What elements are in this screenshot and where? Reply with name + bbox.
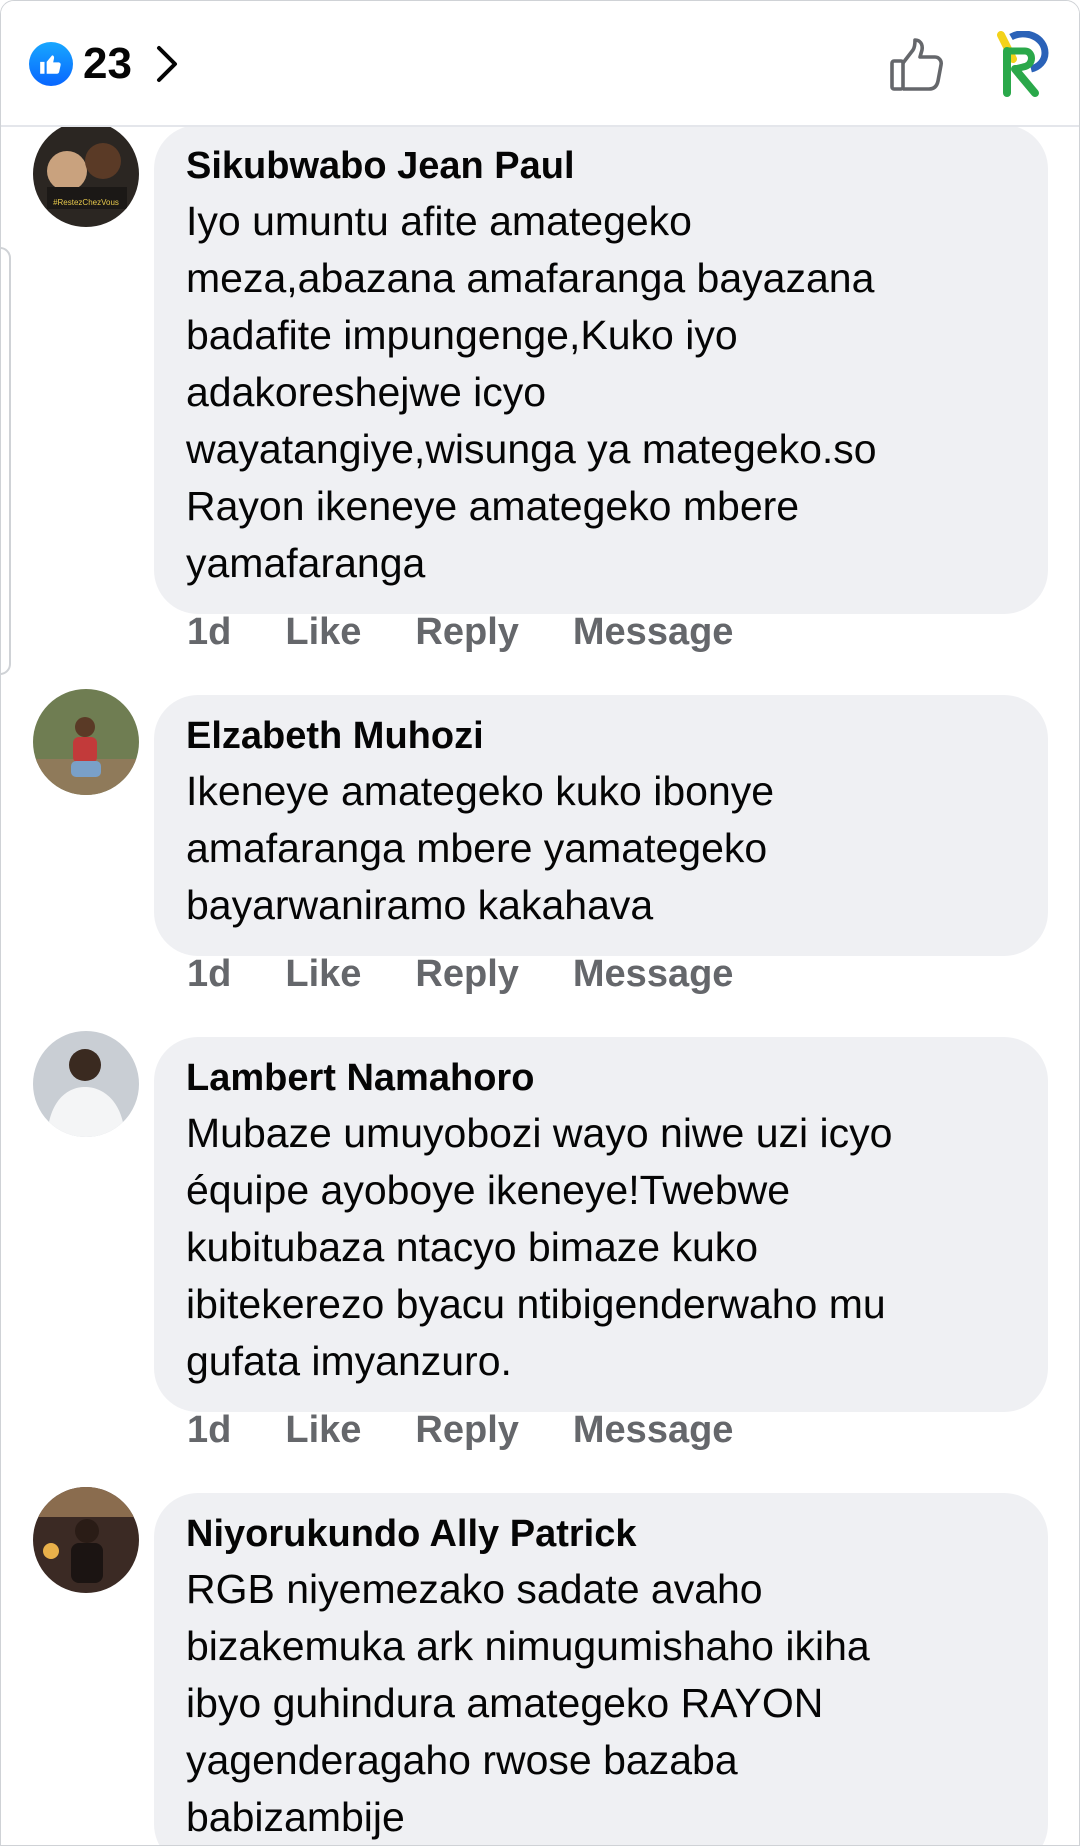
comment-text: RGB niyemezako sadate avaho bizakemuka a… bbox=[186, 1566, 870, 1840]
side-panel-edge bbox=[1, 247, 11, 675]
chevron-right-icon[interactable] bbox=[154, 42, 184, 86]
comment-actions: 1d Like Reply Message bbox=[187, 951, 787, 997]
thumbs-up-outline-icon[interactable] bbox=[887, 35, 947, 95]
comments-header: 23 bbox=[1, 1, 1079, 127]
comment-time: 1d bbox=[187, 953, 232, 995]
page-logo-avatar[interactable] bbox=[991, 30, 1051, 97]
message-link[interactable]: Message bbox=[573, 1407, 734, 1453]
comment-text: Mubaze umuyobozi wayo niwe uzi icyo équi… bbox=[186, 1110, 893, 1384]
comment-actions: 1d Like Reply Message bbox=[187, 609, 787, 655]
reaction-count: 23 bbox=[83, 39, 132, 88]
reaction-summary[interactable]: 23 bbox=[29, 39, 184, 89]
comment-text: Ikeneye amategeko kuko ibonye amafaranga… bbox=[186, 768, 775, 928]
like-thumb-icon bbox=[29, 42, 73, 86]
comment-actions: 1d Like Reply Message bbox=[187, 1407, 787, 1453]
avatar[interactable]: #RestezChezVous bbox=[33, 121, 139, 227]
comment-author[interactable]: Lambert Namahoro bbox=[186, 1055, 1018, 1101]
avatar[interactable] bbox=[33, 1487, 139, 1593]
comment-bubble[interactable]: Lambert Namahoro Mubaze umuyobozi wayo n… bbox=[154, 1037, 1048, 1412]
like-link[interactable]: Like bbox=[285, 609, 361, 655]
comment-time: 1d bbox=[187, 1409, 232, 1451]
like-link[interactable]: Like bbox=[285, 951, 361, 997]
avatar[interactable] bbox=[33, 689, 139, 795]
like-link[interactable]: Like bbox=[285, 1407, 361, 1453]
avatar[interactable] bbox=[33, 1031, 139, 1137]
comment-bubble[interactable]: Elzabeth Muhozi Ikeneye amategeko kuko i… bbox=[154, 695, 1048, 956]
comment-time: 1d bbox=[187, 611, 232, 653]
message-link[interactable]: Message bbox=[573, 609, 734, 655]
comment-author[interactable]: Elzabeth Muhozi bbox=[186, 713, 1018, 759]
reply-link[interactable]: Reply bbox=[415, 1407, 518, 1453]
svg-text:#RestezChezVous: #RestezChezVous bbox=[53, 198, 119, 207]
reply-link[interactable]: Reply bbox=[415, 609, 518, 655]
comment-text: Iyo umuntu afite amategeko meza,abazana … bbox=[186, 198, 877, 586]
comment-bubble[interactable]: Niyorukundo Ally Patrick RGB niyemezako … bbox=[154, 1493, 1048, 1845]
message-link[interactable]: Message bbox=[573, 951, 734, 997]
comment-bubble[interactable]: Sikubwabo Jean Paul Iyo umuntu afite ama… bbox=[154, 125, 1048, 614]
comment-author[interactable]: Niyorukundo Ally Patrick bbox=[186, 1511, 1018, 1557]
comment-author[interactable]: Sikubwabo Jean Paul bbox=[186, 143, 1018, 189]
comments-sheet: 23 #RestezChezVous Sikubwabo Jean Paul I… bbox=[0, 0, 1080, 1846]
reply-link[interactable]: Reply bbox=[415, 951, 518, 997]
